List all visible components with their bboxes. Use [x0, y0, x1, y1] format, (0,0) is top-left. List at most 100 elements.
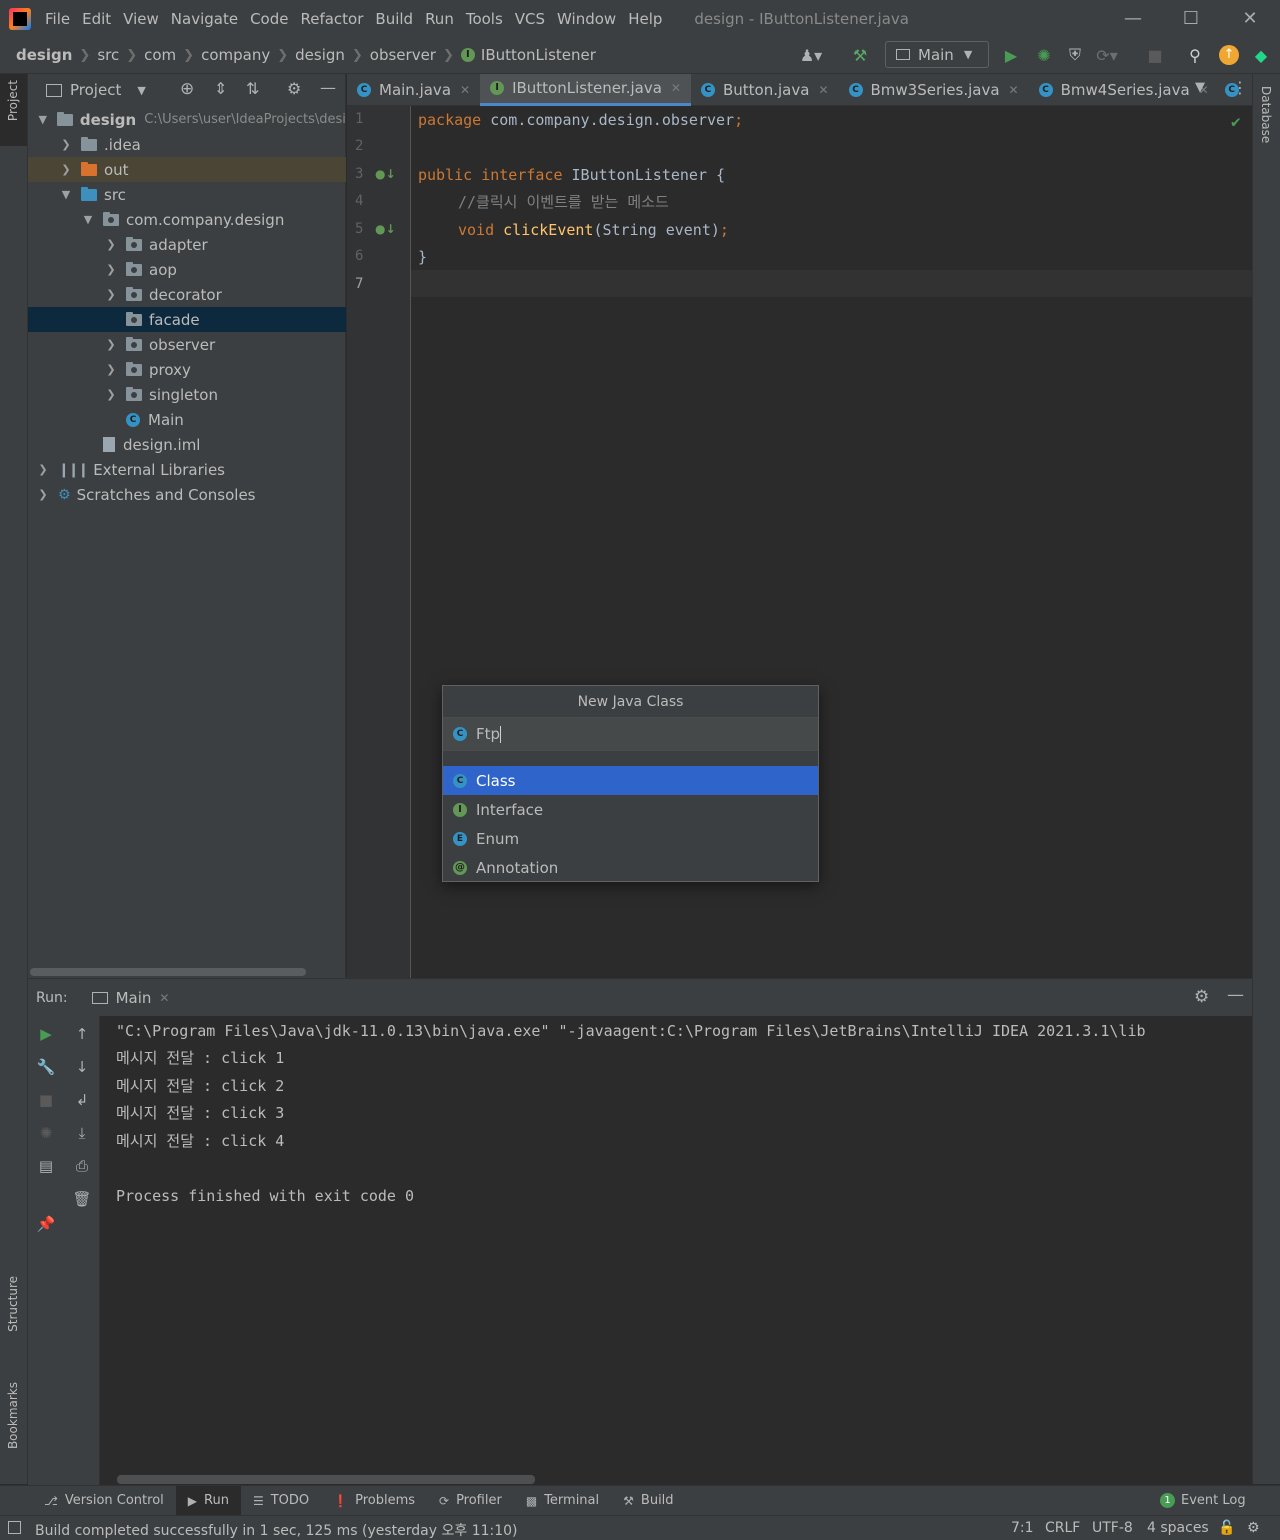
user-icon[interactable]: ♟▾ — [800, 44, 822, 66]
tool-version-control[interactable]: ⎇ Version Control — [32, 1486, 176, 1516]
cursor-position[interactable]: 7:1 — [1011, 1520, 1034, 1536]
tree-row-external-libraries[interactable]: ❯ ❙❙❙ External Libraries — [28, 457, 346, 482]
tree-row-decorator[interactable]: ❯ decorator — [28, 282, 346, 307]
collapse-all-icon[interactable]: ⇅ — [246, 79, 259, 98]
breadcrumb-project[interactable]: design — [16, 46, 72, 64]
horizontal-scrollbar[interactable] — [30, 968, 306, 976]
arrow-up-icon[interactable]: ↑ — [69, 1021, 95, 1047]
tool-run[interactable]: ▶ Run — [175, 1485, 241, 1516]
wrench-icon[interactable]: 🔧 — [33, 1054, 59, 1080]
debug-disabled-icon[interactable]: ✺ — [33, 1120, 59, 1146]
tree-row-proxy[interactable]: ❯ proxy — [28, 357, 346, 382]
hide-icon[interactable]: — — [320, 78, 336, 97]
menu-navigate[interactable]: Navigate — [171, 10, 238, 28]
class-name-input[interactable]: C Ftp — [443, 718, 818, 751]
tree-row-main[interactable]: C Main — [28, 407, 346, 432]
implemented-gutter-icon[interactable]: ●↓ — [375, 222, 396, 236]
menu-view[interactable]: View — [123, 10, 159, 28]
hammer-build-icon[interactable]: ⚒ — [849, 44, 871, 66]
menu-window[interactable]: Window — [557, 10, 616, 28]
kind-option-enum[interactable]: E Enum — [443, 824, 818, 853]
database-side-label[interactable]: Database — [1259, 86, 1273, 143]
search-icon[interactable]: ⚲ — [1184, 44, 1206, 66]
breadcrumb-src[interactable]: src — [97, 46, 119, 64]
close-window-button[interactable]: ✕ — [1227, 0, 1273, 37]
breadcrumb-design[interactable]: design — [295, 46, 345, 64]
tree-row-package[interactable]: ▼ com.company.design — [28, 207, 346, 232]
maximize-button[interactable]: ☐ — [1168, 0, 1214, 37]
indent-setting[interactable]: 4 spaces — [1147, 1520, 1209, 1536]
kind-option-class[interactable]: C Class — [443, 766, 818, 795]
breadcrumb-company[interactable]: company — [201, 46, 270, 64]
arrow-down-icon[interactable]: ↓ — [69, 1054, 95, 1080]
soft-wrap-icon[interactable]: ↲ — [69, 1087, 95, 1113]
rerun-icon[interactable]: ▶ — [33, 1021, 59, 1047]
tool-terminal[interactable]: ▩ Terminal — [514, 1486, 611, 1516]
tool-profiler[interactable]: ⟳ Profiler — [427, 1486, 514, 1516]
stop-icon[interactable]: ■ — [33, 1087, 59, 1113]
layout-icon[interactable]: ▤ — [33, 1153, 59, 1179]
pin-icon[interactable]: 📌 — [33, 1211, 59, 1237]
tool-todo[interactable]: ☰ TODO — [241, 1486, 321, 1516]
project-panel-title[interactable]: Project — [70, 81, 121, 99]
close-icon[interactable]: ✕ — [1009, 83, 1019, 97]
trash-icon[interactable]: 🗑 — [69, 1186, 95, 1212]
menu-run[interactable]: Run — [425, 10, 454, 28]
update-icon[interactable]: ↑ — [1218, 44, 1240, 66]
close-icon[interactable]: ✕ — [818, 83, 828, 97]
tool-build[interactable]: ⚒ Build — [611, 1486, 685, 1516]
gear-icon[interactable]: ⚙ — [1194, 987, 1209, 1007]
kind-option-interface[interactable]: I Interface — [443, 795, 818, 824]
scroll-to-end-icon[interactable]: ⤓ — [69, 1120, 95, 1146]
tree-row-observer[interactable]: ❯ observer — [28, 332, 346, 357]
horizontal-scrollbar[interactable] — [117, 1475, 535, 1484]
tab-main-java[interactable]: C Main.java ✕ — [347, 74, 480, 106]
lock-icon[interactable]: 🔓 — [1218, 1520, 1235, 1536]
project-tool-button[interactable]: Project — [0, 74, 27, 146]
chevron-down-icon[interactable]: ▼ — [137, 84, 145, 97]
menu-vcs[interactable]: VCS — [515, 10, 545, 28]
tree-row-out[interactable]: ❯ out — [28, 157, 346, 182]
status-panel-icon[interactable] — [8, 1521, 21, 1534]
menu-tools[interactable]: Tools — [466, 10, 503, 28]
menu-build[interactable]: Build — [375, 10, 413, 28]
bookmarks-side-label[interactable]: Bookmarks — [6, 1382, 20, 1449]
minimize-button[interactable]: — — [1110, 0, 1156, 37]
print-icon[interactable]: ⎙ — [69, 1153, 95, 1179]
tree-row-scratches[interactable]: ❯ ⚙ Scratches and Consoles — [28, 482, 346, 507]
tree-row-src[interactable]: ▼ src — [28, 182, 346, 207]
breadcrumb-ibuttonlistener[interactable]: IButtonListener — [481, 46, 596, 64]
menu-edit[interactable]: Edit — [82, 10, 111, 28]
stop-icon[interactable]: ■ — [1144, 44, 1166, 66]
tool-event-log[interactable]: 1 Event Log — [1148, 1486, 1258, 1516]
tree-row-singleton[interactable]: ❯ singleton — [28, 382, 346, 407]
run-configuration-select[interactable]: Main ▼ — [885, 41, 989, 68]
profile-icon[interactable]: ⟳▾ — [1096, 44, 1118, 66]
tab-bmw3series-java[interactable]: C Bmw3Series.java ✕ — [839, 74, 1029, 106]
run-tab-main[interactable]: Main ✕ — [91, 989, 169, 1007]
tree-row-facade[interactable]: facade — [28, 307, 346, 332]
console-output[interactable]: "C:\Program Files\Java\jdk-11.0.13\bin\j… — [101, 1016, 1252, 1486]
tree-row-adapter[interactable]: ❯ adapter — [28, 232, 346, 257]
file-encoding[interactable]: UTF-8 — [1092, 1520, 1133, 1536]
menu-code[interactable]: Code — [250, 10, 288, 28]
kind-option-annotation[interactable]: @ Annotation — [443, 853, 818, 882]
tab-button-java[interactable]: C Button.java ✕ — [691, 74, 839, 106]
close-icon[interactable]: ✕ — [159, 991, 169, 1005]
run-icon[interactable]: ▶ — [1000, 44, 1022, 66]
inspector-icon[interactable]: ⚙ — [1247, 1520, 1260, 1536]
debug-icon[interactable]: ✺ — [1033, 44, 1055, 66]
tab-bmw4series-java[interactable]: C Bmw4Series.java ✕ — [1029, 74, 1219, 106]
coverage-icon[interactable]: ⛨ — [1064, 44, 1086, 66]
toolbox-icon[interactable]: ◆ — [1250, 44, 1272, 66]
status-message[interactable]: Build completed successfully in 1 sec, 1… — [35, 1520, 518, 1540]
hide-icon[interactable]: — — [1227, 985, 1244, 1005]
menu-help[interactable]: Help — [628, 10, 662, 28]
close-icon[interactable]: ✕ — [671, 81, 681, 95]
tool-problems[interactable]: ❗ Problems — [321, 1486, 427, 1516]
breadcrumb-com[interactable]: com — [144, 46, 176, 64]
tree-row-project-root[interactable]: ▼ design C:\Users\user\IdeaProjects\desi… — [28, 107, 346, 132]
structure-side-label[interactable]: Structure — [6, 1276, 20, 1332]
menu-file[interactable]: File — [45, 10, 70, 28]
expand-all-icon[interactable]: ⇕ — [214, 79, 227, 98]
